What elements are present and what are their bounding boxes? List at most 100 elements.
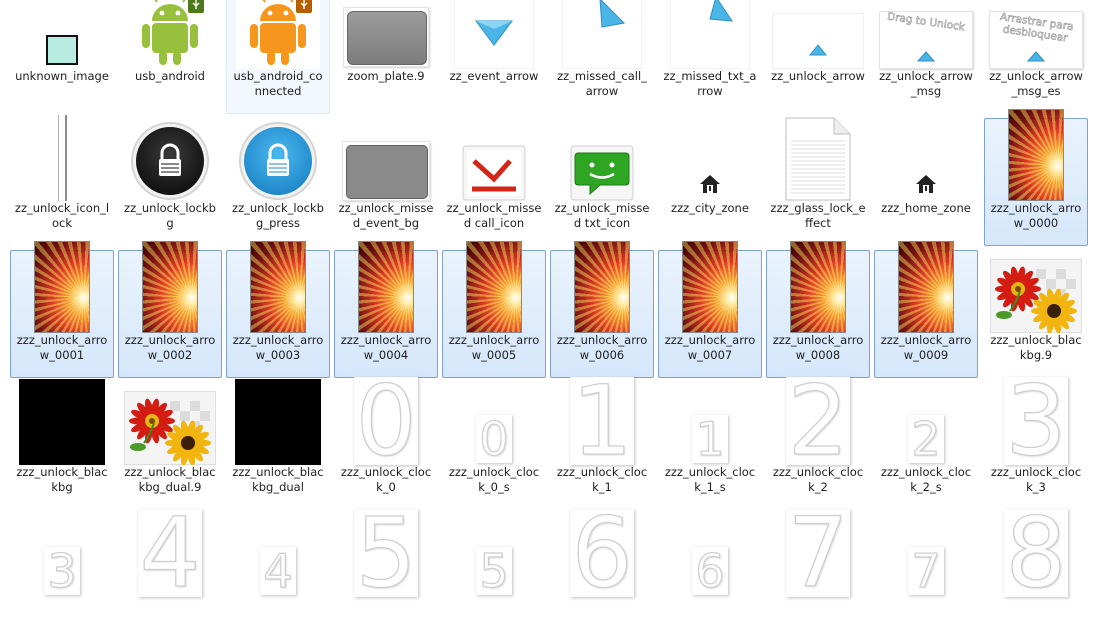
digit-image: 4 <box>138 509 202 597</box>
digit-image: 2 <box>908 415 944 463</box>
digit-glyph: 6 <box>571 509 633 597</box>
file-item[interactable]: 5 <box>442 514 546 642</box>
burst-image <box>790 241 846 333</box>
file-item[interactable]: zzz_home_zone <box>874 118 978 246</box>
file-thumbnail: 1 <box>659 385 761 465</box>
file-name-label: zzz_city_zone <box>671 201 749 215</box>
document-icon <box>785 117 851 201</box>
file-thumbnail: Arrastrar para desbloquear <box>985 0 1087 69</box>
burst-image <box>574 241 630 333</box>
file-item[interactable]: 3 zzz_unlock_clock_3 <box>984 377 1088 510</box>
file-item[interactable]: 5 <box>334 509 438 642</box>
file-item[interactable]: 8 <box>984 509 1088 642</box>
flowers-icon <box>124 391 216 465</box>
file-thumbnail: 1 <box>551 377 653 465</box>
file-thumbnail <box>985 109 1087 201</box>
drag-msg-image: Drag to Unlock <box>879 10 973 69</box>
file-item[interactable]: zzz_unlock_blackbg <box>10 379 114 510</box>
burst-image <box>466 241 522 333</box>
file-name-label: zz_unlock_icon_lock <box>14 201 110 230</box>
file-item[interactable]: zzz_unlock_arrow_0001 <box>10 241 114 378</box>
file-item[interactable]: zz_unlock_missed txt_icon <box>550 118 654 246</box>
digit-glyph: 5 <box>479 547 510 595</box>
file-thumbnail: 3 <box>985 377 1087 465</box>
file-item[interactable]: zzz_city_zone <box>658 118 762 246</box>
file-item[interactable]: 7 <box>874 514 978 642</box>
digit-glyph: 4 <box>139 509 201 597</box>
file-item[interactable]: zzz_unlock_arrow_0008 <box>766 241 870 378</box>
file-item[interactable]: 4 <box>118 509 222 642</box>
file-thumbnail <box>11 0 113 69</box>
file-thumbnail <box>985 253 1087 333</box>
burst-image <box>142 241 198 333</box>
file-thumbnail: 7 <box>767 509 869 597</box>
file-item[interactable]: zzz_unlock_blackbg_dual.9 <box>118 382 222 510</box>
grey-box-image <box>342 141 430 201</box>
file-thumbnail <box>119 0 221 69</box>
digit-glyph: 2 <box>787 377 849 465</box>
file-item[interactable]: zz_unlock_arrow <box>766 0 870 114</box>
file-item[interactable]: zzz_unlock_arrow_0007 <box>658 241 762 378</box>
file-item[interactable]: usb_android <box>118 0 222 114</box>
file-item[interactable]: 7 <box>766 509 870 642</box>
file-item[interactable]: usb_android_connected <box>226 0 330 114</box>
digit-image: 0 <box>476 415 512 463</box>
digit-image: 2 <box>786 377 850 465</box>
android-icon <box>236 0 320 69</box>
file-thumbnail <box>659 241 761 333</box>
file-thumbnail <box>659 0 761 69</box>
file-item[interactable]: 2 zzz_unlock_clock_2_s <box>874 382 978 510</box>
burst-image <box>682 241 738 333</box>
file-item[interactable]: 4 <box>226 514 330 642</box>
file-item[interactable]: zz_unlock_icon_lock <box>10 115 114 246</box>
file-item[interactable]: zzz_unlock_arrow_0000 <box>984 109 1088 246</box>
flowers-icon <box>990 259 1082 333</box>
file-item[interactable]: zzz_unlock_arrow_0002 <box>118 241 222 378</box>
digit-image: 0 <box>354 377 418 465</box>
file-item[interactable]: zzz_unlock_arrow_0009 <box>874 241 978 378</box>
file-item[interactable]: 1 zzz_unlock_clock_1_s <box>658 382 762 510</box>
file-item[interactable]: zz_event_arrow <box>442 0 546 114</box>
file-item[interactable]: 6 <box>550 509 654 642</box>
file-item[interactable]: 6 <box>658 514 762 642</box>
file-item[interactable]: zzz_unlock_blackbg_dual <box>226 379 330 510</box>
file-item[interactable]: zz_unlock_lockbg <box>118 118 222 246</box>
digit-image: 6 <box>692 547 728 595</box>
file-thumbnail <box>551 241 653 333</box>
file-item[interactable]: zzz_unlock_arrow_0004 <box>334 241 438 378</box>
burst-image <box>250 241 306 333</box>
file-thumbnail <box>227 0 329 69</box>
file-item[interactable]: zzz_glass_lock_effect <box>766 117 870 246</box>
file-name-label: zzz_unlock_clock_3 <box>990 465 1082 494</box>
file-item[interactable]: unknown_image <box>10 0 114 114</box>
file-item[interactable]: zz_unlock_missed_event_bg <box>334 118 438 246</box>
file-thumbnail <box>11 241 113 333</box>
file-thumbnail <box>227 241 329 333</box>
file-item[interactable]: zzz_unlock_arrow_0005 <box>442 241 546 378</box>
file-item[interactable]: Arrastrar para desbloquear zz_unlock_arro… <box>984 0 1088 114</box>
file-item[interactable]: zz_unlock_lockbg_press <box>226 118 330 246</box>
file-item[interactable]: Drag to Unlock zz_unlock_arrow_msg <box>874 0 978 114</box>
file-item[interactable]: zz_missed_call_arrow <box>550 0 654 114</box>
android-icon <box>128 0 212 69</box>
file-item[interactable]: 0 zzz_unlock_clock_0_s <box>442 382 546 510</box>
plate-fill <box>347 11 427 65</box>
digit-glyph: 7 <box>911 547 942 595</box>
file-thumbnail: 5 <box>443 517 545 597</box>
arrow-left-up-icon <box>670 0 750 69</box>
file-item[interactable]: 3 <box>10 514 114 642</box>
file-item[interactable]: zzz_unlock_arrow_0003 <box>226 241 330 378</box>
file-item[interactable]: 1 zzz_unlock_clock_1 <box>550 377 654 510</box>
file-item[interactable]: zzz_unlock_blackbg.9 <box>984 250 1088 378</box>
file-name-label: zz_unlock_missed txt_icon <box>554 201 650 230</box>
black-image <box>235 379 321 465</box>
file-thumbnail: 6 <box>659 517 761 597</box>
file-name-label: zzz_unlock_blackbg_dual <box>232 465 324 494</box>
file-item[interactable]: 0 zzz_unlock_clock_0 <box>334 377 438 510</box>
file-item[interactable]: zz_unlock_missed call_icon <box>442 118 546 246</box>
file-item[interactable]: zz_missed_txt_arrow <box>658 0 762 114</box>
file-item[interactable]: zzz_unlock_arrow_0006 <box>550 241 654 378</box>
file-name-label: zz_unlock_arrow_msg <box>879 69 973 98</box>
file-item[interactable]: 2 zzz_unlock_clock_2 <box>766 377 870 510</box>
file-item[interactable]: zoom_plate.9 <box>334 0 438 114</box>
